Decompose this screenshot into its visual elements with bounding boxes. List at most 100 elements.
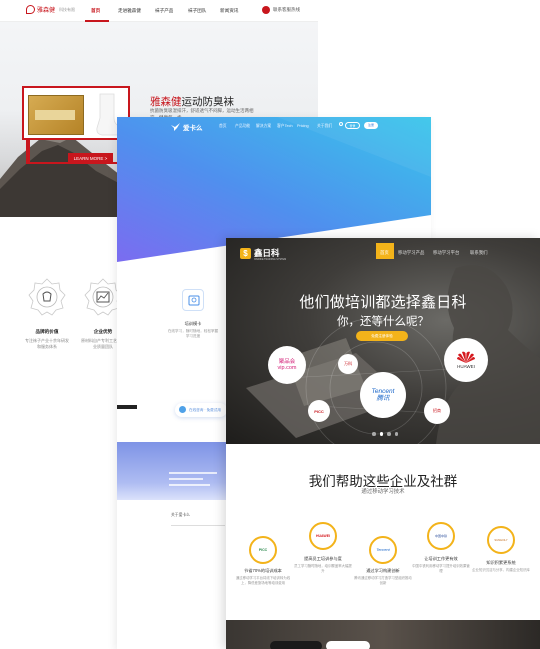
hotline[interactable]: 联系客服热线 <box>262 6 300 14</box>
hero-headline: 他们做培训都选择鑫日科 <box>299 294 467 311</box>
bottom-pill-dark[interactable] <box>270 641 322 649</box>
client-title: 让培训工作更有效 <box>424 556 458 561</box>
client-logo: 中国中铁 <box>434 534 447 538</box>
nav-item-home[interactable]: 首页 <box>380 250 389 256</box>
pill-label: 在线咨询 · 免费试用 <box>189 408 221 412</box>
search-icon[interactable] <box>339 122 343 126</box>
consult-pill-button[interactable]: 在线咨询 · 免费试用 <box>175 403 227 417</box>
tencent-logo-circle: Tencent <box>369 536 397 564</box>
vanke-logo: 万科 <box>344 361 352 366</box>
logo-text: 爱卡么 <box>183 125 203 132</box>
nav-item-news[interactable]: 新闻资讯 <box>220 8 238 14</box>
nav-item-products[interactable]: 袜子产品 <box>155 8 173 14</box>
nav-item-clients[interactable]: 客户Tech <box>277 124 293 129</box>
logo-subtext: 科技有限 <box>59 6 76 12</box>
logo-text: 雅森健 <box>37 8 56 14</box>
hero-title: 雅森健运动防臭袜 <box>150 94 234 109</box>
nav-item-about[interactable]: 关于我们 <box>317 124 332 129</box>
feature-description: 在线学习，随时随地，轻松掌握学习进度 <box>167 329 219 338</box>
nav-item-mobile-platform[interactable]: 移动学习平台 <box>433 250 459 256</box>
feature-brand: 品牌的价值 专注袜子产业十余年研发和服务体系 <box>24 278 70 349</box>
nav-item-about[interactable]: 走进雅森健 <box>118 8 141 14</box>
feature-title: 培训模卡 <box>184 321 202 326</box>
card-icon <box>182 289 204 311</box>
client-card: Tencent 通过学习构建创新 腾讯通过移动学习打造学习型组织推动创新 <box>354 536 412 586</box>
nav-item-contact[interactable]: 联系我们 <box>470 250 488 256</box>
client-title: 通过学习构建创新 <box>366 568 400 573</box>
footer-about-link[interactable]: 关于爱卡么 <box>171 513 190 518</box>
hotline-label: 联系客服热线 <box>273 7 300 12</box>
client-bubble-vipshop: 聚品会 vip.com <box>268 346 306 384</box>
feature-description: 专注袜子产业十余年研发和服务体系 <box>25 338 69 349</box>
socks-icon <box>28 278 66 316</box>
register-cta-button[interactable]: 免费注册体验 <box>356 331 408 341</box>
client-description: 腾讯通过移动学习打造学习型组织推动创新 <box>354 576 412 585</box>
phone-icon <box>262 6 270 14</box>
client-bubble-picc: PICC <box>308 400 330 422</box>
top-navbar: 雅森健 科技有限 首页 走进雅森健 袜子产品 袜子团队 新闻资讯 联系客服热线 <box>0 0 318 22</box>
nav-item-team[interactable]: 袜子团队 <box>188 8 206 14</box>
dark-divider <box>117 405 137 409</box>
brand-mark-icon <box>26 5 35 14</box>
vipshop-logo: 聚品会 vip.com <box>277 359 297 371</box>
hero-title-rest: 运动防臭袜 <box>181 96 235 108</box>
client-description: 企业知识沉淀与分享，构建企业知识库 <box>472 568 530 572</box>
register-button[interactable]: 注册 <box>364 122 378 129</box>
site-logo[interactable]: 爱卡么 <box>171 122 203 132</box>
footer-divider <box>171 525 225 526</box>
site-logo[interactable]: $ 鑫日科 XINRIKE TRAINING SYSTEM <box>240 247 286 261</box>
client-bubble-tencent: Tencent 腾讯 <box>360 372 406 418</box>
client-logo: Tencent <box>376 548 390 552</box>
chat-icon <box>179 406 186 413</box>
sunholy-logo-circle: SUNHOLY <box>487 526 515 554</box>
client-logo: HUAWEI <box>316 534 330 538</box>
client-logo: SUNHOLY <box>494 538 508 542</box>
feature-training-card: 培训模卡 在线学习，随时随地，轻松掌握学习进度 <box>167 289 219 339</box>
client-title: 知识积累更系统 <box>486 560 516 565</box>
learn-more-button[interactable]: LEARN MORE > <box>68 153 113 164</box>
nav-item-home[interactable]: 首页 <box>219 124 227 129</box>
client-card: SUNHOLY 知识积累更系统 企业知识沉淀与分享，构建企业知识库 <box>472 526 530 573</box>
nav-item-mobile-products[interactable]: 移动学习产品 <box>398 250 424 256</box>
carousel-dot[interactable] <box>387 432 391 436</box>
client-card: 中国中铁 让培训工作更有效 中国中铁利用移动学习提升培训效果管理 <box>412 522 470 574</box>
carousel-dot[interactable] <box>372 432 376 436</box>
nav-item-pricing[interactable]: Pricing <box>297 124 309 128</box>
client-bubble-huawei: HUAWEI <box>444 338 488 382</box>
client-card: HUAWEI 提高员工培训参与度 员工学习随时随地，培训覆盖率大幅提升 <box>294 522 352 574</box>
hero-brand: 雅森健 <box>150 96 182 108</box>
client-description: 中国中铁利用移动学习提升培训效果管理 <box>412 564 470 573</box>
login-button[interactable]: 登录 <box>345 122 360 129</box>
site-logo[interactable]: 雅森健 科技有限 <box>26 5 75 14</box>
nav-item-home[interactable]: 首页 <box>91 8 100 14</box>
picc-logo-circle: PICC <box>249 536 277 564</box>
feature-title: 品牌的价值 <box>35 329 59 334</box>
hero-subheadline: 你，还等什么呢？ <box>337 316 429 328</box>
client-title: 提高员工培训参与度 <box>304 556 342 561</box>
dollar-logo-icon: $ <box>240 247 251 259</box>
client-logo: PICC <box>258 548 268 552</box>
carousel-dots[interactable] <box>372 432 398 436</box>
bottom-pill-light[interactable] <box>326 641 370 649</box>
section-subtitle: 通过移动学习技术 <box>361 489 405 495</box>
carousel-dot[interactable] <box>394 432 398 436</box>
sock-box-image <box>28 95 84 135</box>
tencent-logo: Tencent 腾讯 <box>371 388 395 402</box>
training-site-preview: $ 鑫日科 XINRIKE TRAINING SYSTEM 首页 移动学习产品 … <box>226 238 540 649</box>
cmb-logo: 招商 <box>433 408 441 413</box>
client-description: 通过移动学习平台将线下培训转为线上，降低差旅场地等培训费用 <box>235 576 291 585</box>
client-card: PICC 节省70%的培训成本 通过移动学习平台将线下培训转为线上，降低差旅场地… <box>234 536 292 586</box>
huawei-logo-circle: HUAWEI <box>309 522 337 550</box>
product-image-frame <box>22 86 130 140</box>
crec-logo-circle: 中国中铁 <box>427 522 455 550</box>
nav-item-solutions[interactable]: 解决方案 <box>256 124 271 129</box>
carousel-dot-active[interactable] <box>379 432 383 436</box>
decor-line <box>26 138 30 164</box>
huawei-logo: HUAWEI <box>457 364 475 369</box>
band-text-lines <box>169 472 217 490</box>
hero-banner: $ 鑫日科 XINRIKE TRAINING SYSTEM 首页 移动学习产品 … <box>226 238 540 444</box>
nav-item-features[interactable]: 产品功能 <box>235 124 250 129</box>
huawei-petal-icon <box>457 351 475 363</box>
client-title: 节省70%的培训成本 <box>244 568 282 573</box>
client-bubble-cmb: 招商 <box>424 398 450 424</box>
